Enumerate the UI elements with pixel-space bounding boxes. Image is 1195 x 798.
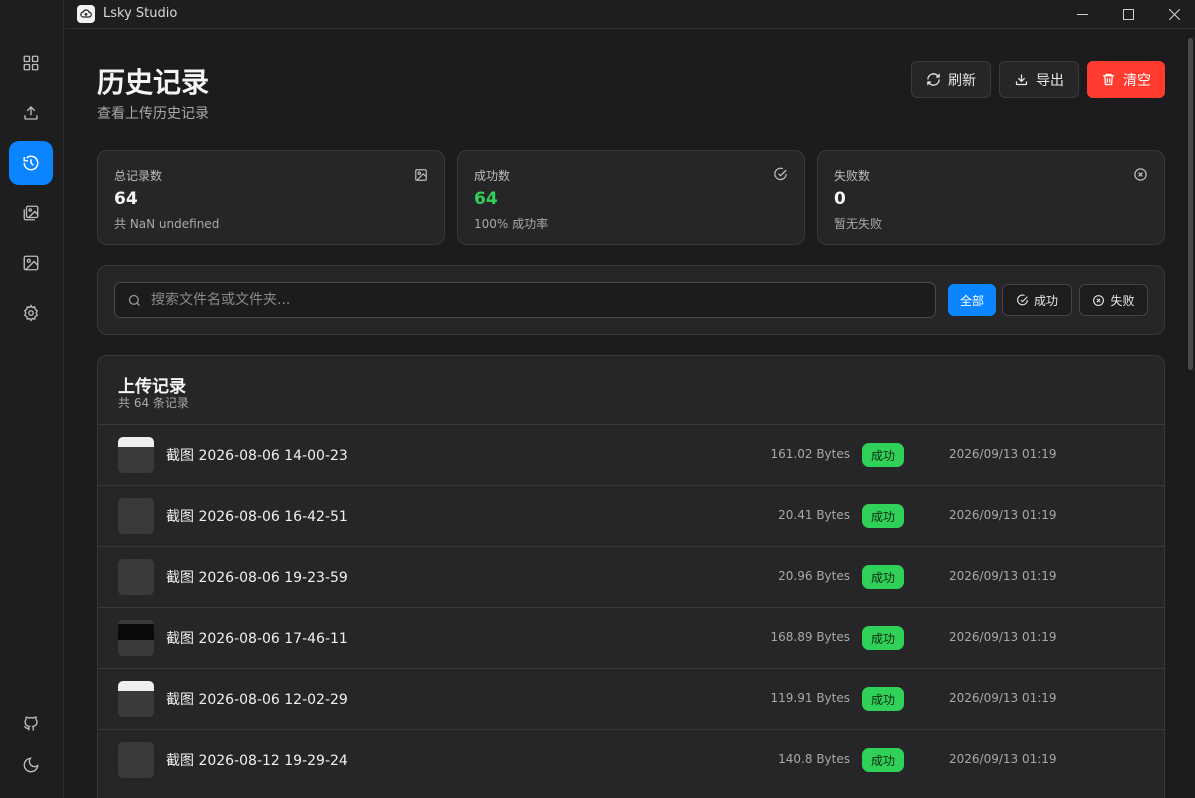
clear-button[interactable]: 清空 [1087,61,1165,98]
x-circle-icon [1093,294,1105,306]
app-window: Lsky Studio 历史记录 查看上传历史记录 刷新 导出 清空 总记录数 [0,0,1195,798]
refresh-label: 刷新 [948,72,976,89]
stat-success-note: 100% 成功率 [474,217,549,231]
title-bar-content: Lsky Studio [0,0,1195,28]
status-badge: 成功 [862,748,904,772]
status-badge: 成功 [862,626,904,650]
stat-failed-note: 暂无失败 [834,217,883,231]
record-row[interactable]: 截图 2026-08-06 17-46-11 168.89 Bytes 成功 2… [98,607,1164,668]
main-content: 历史记录 查看上传历史记录 刷新 导出 清空 总记录数 64 共 NaN und… [65,28,1195,798]
record-thumbnail[interactable] [118,742,154,778]
record-thumbnail[interactable] [118,498,154,534]
settings-icon[interactable] [9,291,53,335]
stat-total-label: 总记录数 [114,169,163,183]
record-thumbnail[interactable] [118,559,154,595]
export-label: 导出 [1036,72,1064,89]
record-thumbnail[interactable] [118,681,154,717]
sidebar [0,0,64,798]
history-icon[interactable] [9,141,53,185]
export-button[interactable]: 导出 [999,61,1079,98]
stat-card-total: 总记录数 64 共 NaN undefined [97,150,445,245]
filter-success-button[interactable]: 成功 [1002,284,1072,316]
record-row[interactable]: 截图 2026-08-12 19-29-24 140.8 Bytes 成功 20… [98,729,1164,790]
status-badge: 成功 [862,504,904,528]
trash-icon [1102,73,1115,86]
record-filename: 截图 2026-08-12 19-29-24 [166,753,348,769]
search-input[interactable] [151,283,931,317]
filter-failed-button[interactable]: 失败 [1079,284,1148,316]
stat-success-label: 成功数 [474,169,511,183]
record-time: 2026/09/13 01:19 [949,630,1057,644]
record-size: 20.96 Bytes [778,569,850,583]
record-filename: 截图 2026-08-06 14-00-23 [166,448,348,464]
image-icon [414,167,428,186]
record-filename: 截图 2026-08-06 17-46-11 [166,631,348,647]
download-icon [1015,74,1028,86]
record-size: 119.91 Bytes [770,691,850,705]
maximize-button[interactable] [1105,0,1151,28]
record-size: 161.02 Bytes [770,447,850,461]
upload-icon[interactable] [9,91,53,135]
record-thumbnail[interactable] [118,620,154,656]
record-filename: 截图 2026-08-06 16-42-51 [166,509,348,525]
record-size: 140.8 Bytes [778,752,850,766]
filter-failed-label: 失败 [1110,293,1135,308]
record-row[interactable]: 截图 2026-08-06 12-02-29 119.91 Bytes 成功 2… [98,668,1164,729]
record-time: 2026/09/13 01:19 [949,752,1057,766]
page-title: 历史记录 [97,66,210,99]
search-icon [127,293,142,312]
record-row[interactable]: 截图 2026-08-06 14-00-23 161.02 Bytes 成功 2… [98,424,1164,485]
record-size: 20.41 Bytes [778,508,850,522]
refresh-icon [927,73,940,86]
scrollbar[interactable] [1188,38,1193,370]
stat-failed-label: 失败数 [834,169,871,183]
records-list: 截图 2026-08-06 14-00-23 161.02 Bytes 成功 2… [98,424,1164,790]
search-box [114,282,936,318]
status-badge: 成功 [862,687,904,711]
image-icon[interactable] [9,241,53,285]
close-button[interactable] [1151,0,1195,28]
check-circle-icon [1017,294,1028,305]
filter-all-label: 全部 [959,293,984,308]
filter-success-label: 成功 [1033,293,1058,308]
app-logo-icon [77,5,95,23]
record-time: 2026/09/13 01:19 [949,508,1057,522]
stat-total-value: 64 [114,189,138,209]
check-circle-icon [773,167,788,186]
record-time: 2026/09/13 01:19 [949,569,1057,583]
page-subtitle: 查看上传历史记录 [97,106,209,122]
record-filename: 截图 2026-08-06 19-23-59 [166,570,348,586]
records-panel: 上传记录 共 64 条记录 截图 2026-08-06 14-00-23 161… [97,355,1165,798]
window-title: Lsky Studio [103,6,178,21]
record-time: 2026/09/13 01:19 [949,691,1057,705]
filter-bar: 全部 成功 失败 [97,265,1165,335]
record-row[interactable]: 截图 2026-08-06 19-23-59 20.96 Bytes 成功 20… [98,546,1164,607]
gallery-icon[interactable] [9,191,53,235]
stat-card-success: 成功数 64 100% 成功率 [457,150,805,245]
stat-total-note: 共 NaN undefined [114,217,220,231]
refresh-button[interactable]: 刷新 [911,61,991,98]
x-circle-icon [1133,167,1148,186]
record-filename: 截图 2026-08-06 12-02-29 [166,692,348,708]
stat-failed-value: 0 [834,189,846,209]
minimize-button[interactable] [1059,0,1105,28]
record-thumbnail[interactable] [118,437,154,473]
filter-all-button[interactable]: 全部 [948,284,996,316]
status-badge: 成功 [862,443,904,467]
record-time: 2026/09/13 01:19 [949,447,1057,461]
theme-moon-icon[interactable] [9,743,53,787]
clear-label: 清空 [1123,72,1151,89]
record-size: 168.89 Bytes [770,630,850,644]
github-icon[interactable] [9,701,53,745]
records-count: 共 64 条记录 [118,396,189,410]
stat-card-failed: 失败数 0 暂无失败 [817,150,1165,245]
status-badge: 成功 [862,565,904,589]
stat-success-value: 64 [474,189,498,209]
record-row[interactable]: 截图 2026-08-06 16-42-51 20.41 Bytes 成功 20… [98,485,1164,546]
dashboard-icon[interactable] [9,41,53,85]
